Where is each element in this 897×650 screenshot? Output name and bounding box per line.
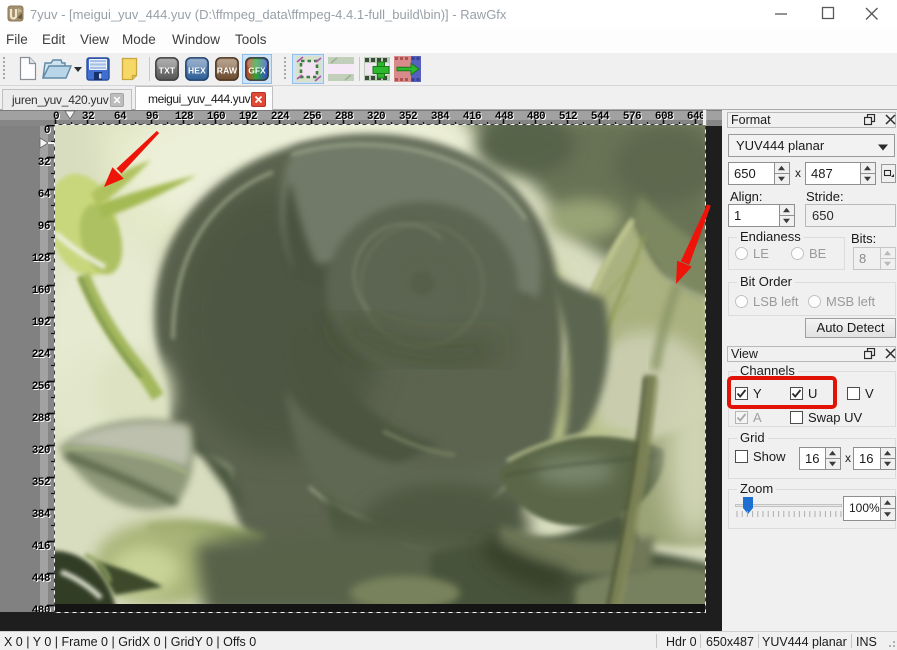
svg-text:64: 64 — [114, 111, 127, 123]
svg-text:352: 352 — [399, 111, 417, 123]
svg-text:544: 544 — [591, 111, 610, 123]
svg-text:0: 0 — [44, 125, 50, 137]
svg-text:GFX: GFX — [248, 66, 266, 76]
svg-text:256: 256 — [32, 381, 50, 393]
svg-text:128: 128 — [32, 253, 51, 265]
svg-text:0: 0 — [53, 111, 59, 123]
svg-text:384: 384 — [32, 509, 51, 521]
svg-text:288: 288 — [32, 413, 51, 425]
svg-text:160: 160 — [207, 111, 225, 123]
svg-text:640: 640 — [687, 111, 705, 123]
svg-text:480: 480 — [32, 605, 50, 612]
svg-text:RAW: RAW — [217, 66, 238, 76]
svg-text:128: 128 — [175, 111, 194, 123]
svg-text:608: 608 — [655, 111, 674, 123]
svg-text:480: 480 — [527, 111, 545, 123]
svg-text:TXT: TXT — [159, 66, 176, 76]
svg-text:224: 224 — [32, 349, 51, 361]
svg-text:256: 256 — [303, 111, 321, 123]
svg-text:416: 416 — [32, 541, 50, 553]
svg-text:448: 448 — [32, 573, 51, 585]
svg-text:576: 576 — [623, 111, 641, 123]
svg-text:320: 320 — [32, 445, 50, 457]
svg-text:384: 384 — [431, 111, 450, 123]
svg-text:224: 224 — [271, 111, 290, 123]
svg-text:288: 288 — [335, 111, 354, 123]
svg-text:448: 448 — [495, 111, 514, 123]
svg-text:512: 512 — [559, 111, 577, 123]
svg-text:64: 64 — [38, 189, 51, 201]
svg-text:192: 192 — [239, 111, 257, 123]
svg-text:HEX: HEX — [188, 66, 206, 76]
svg-text:160: 160 — [32, 285, 50, 297]
svg-text:320: 320 — [367, 111, 385, 123]
svg-text:352: 352 — [32, 477, 50, 489]
svg-text:96: 96 — [38, 221, 50, 233]
svg-text:32: 32 — [38, 157, 50, 169]
svg-text:192: 192 — [32, 317, 50, 329]
svg-text:416: 416 — [463, 111, 481, 123]
svg-text:32: 32 — [82, 111, 94, 123]
svg-text:96: 96 — [146, 111, 158, 123]
